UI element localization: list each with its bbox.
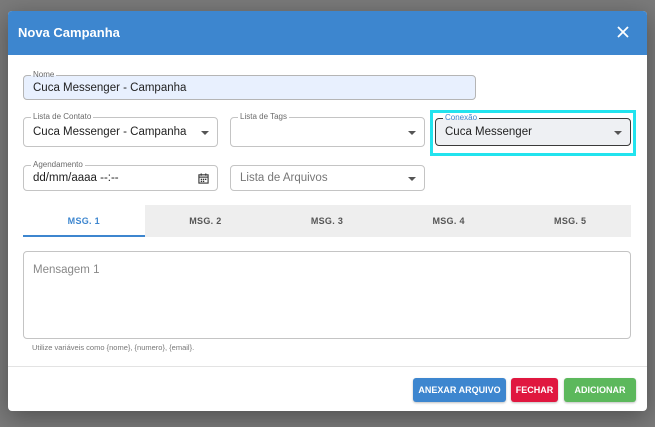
tab-msg-5[interactable]: MSG. 5: [509, 205, 631, 237]
arrow-drop-down-icon: [408, 131, 416, 135]
arrow-drop-down-icon: [408, 177, 416, 181]
dialog-title: Nova Campanha: [18, 25, 120, 40]
contact-list-value: Cuca Messenger - Campanha: [33, 126, 187, 138]
schedule-value: dd/mm/aaaa --:--: [33, 172, 119, 184]
close-button[interactable]: FECHAR: [511, 378, 558, 402]
tags-list-label: Lista de Tags: [238, 112, 289, 122]
arrow-drop-down-icon: [201, 131, 209, 135]
arrow-drop-down-icon: [614, 131, 622, 135]
tab-msg-1[interactable]: MSG. 1: [23, 205, 145, 237]
close-icon[interactable]: [613, 22, 633, 42]
attach-file-button[interactable]: ANEXAR ARQUIVO: [413, 378, 506, 402]
nome-input[interactable]: Nome Cuca Messenger - Campanha: [23, 70, 476, 100]
tab-msg-2[interactable]: MSG. 2: [145, 205, 267, 237]
schedule-label: Agendamento: [31, 160, 85, 170]
nome-value: Cuca Messenger - Campanha: [33, 82, 187, 94]
add-button[interactable]: ADICIONAR: [564, 378, 636, 402]
message-tabs: MSG. 1 MSG. 2 MSG. 3 MSG. 4 MSG. 5: [23, 205, 631, 237]
new-campaign-dialog: Nova Campanha Nome Cuca Messenger - Camp…: [8, 11, 647, 411]
calendar-icon[interactable]: [198, 173, 209, 184]
dialog-header: Nova Campanha: [8, 11, 647, 55]
nome-label: Nome: [31, 70, 57, 80]
files-list-select[interactable]: Lista de Arquivos: [230, 165, 425, 191]
message-placeholder: Mensagem 1: [33, 264, 100, 276]
variables-hint: Utilize variáveis como {nome}, {numero},…: [32, 343, 195, 352]
tab-msg-3[interactable]: MSG. 3: [266, 205, 388, 237]
contact-list-select[interactable]: Lista de Contato Cuca Messenger - Campan…: [23, 112, 218, 147]
message-textarea[interactable]: Mensagem 1: [23, 251, 631, 339]
contact-list-label: Lista de Contato: [31, 112, 94, 122]
footer-divider: [8, 366, 647, 367]
tab-msg-4[interactable]: MSG. 4: [388, 205, 510, 237]
connection-label: Conexão: [443, 113, 480, 123]
connection-select[interactable]: Conexão Cuca Messenger: [435, 113, 631, 146]
connection-value: Cuca Messenger: [445, 126, 532, 138]
tags-list-select[interactable]: Lista de Tags: [230, 112, 425, 147]
schedule-input[interactable]: Agendamento dd/mm/aaaa --:--: [23, 160, 218, 191]
files-list-placeholder: Lista de Arquivos: [240, 172, 328, 184]
